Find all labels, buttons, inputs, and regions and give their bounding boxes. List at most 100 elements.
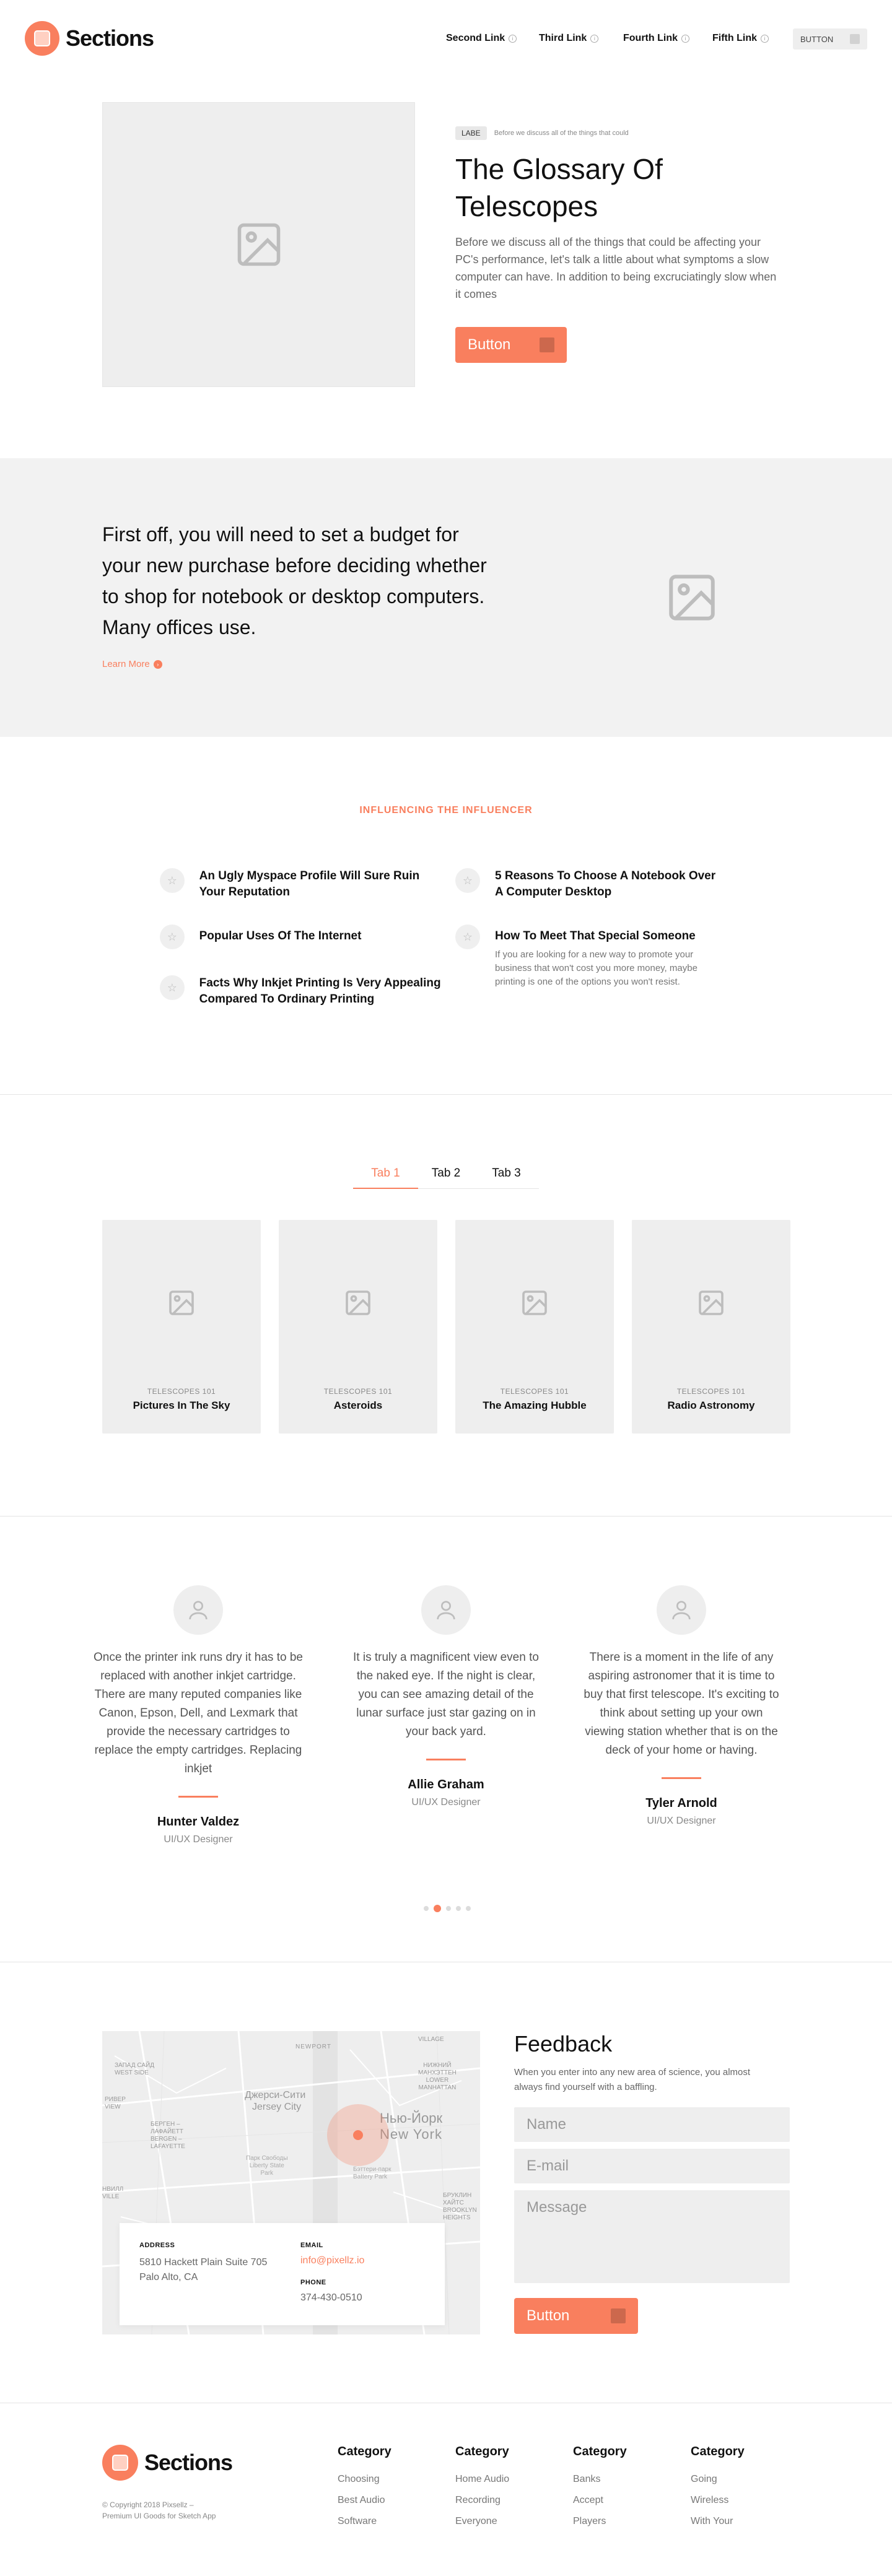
section-divider <box>0 1094 892 1095</box>
footer-link[interactable]: Wireless <box>691 2490 745 2511</box>
map-label: VILLAGE <box>418 2036 444 2043</box>
banner-learn-more-link[interactable]: Learn More › <box>102 659 162 669</box>
footer-link[interactable]: With Your <box>691 2511 745 2532</box>
testimonial-quote: It is truly a magnificent view even to t… <box>353 1651 539 1738</box>
carousel-dots <box>424 1905 471 1912</box>
avatar <box>173 1585 223 1635</box>
button-icon <box>540 337 554 352</box>
footer-link[interactable]: Choosing <box>338 2469 391 2490</box>
tab-1[interactable]: Tab 1 <box>353 1167 418 1180</box>
info-icon: i <box>509 34 517 43</box>
avatar <box>421 1585 471 1635</box>
footer-link[interactable]: Everyone <box>455 2511 509 2532</box>
arrow-icon: › <box>153 659 162 669</box>
nav-link-fourth[interactable]: Fourth Link i <box>623 33 689 44</box>
map-label: Бэттери-парк Battery Park <box>353 2166 391 2180</box>
footer-link[interactable]: Accept <box>573 2490 627 2511</box>
copyright: © Copyright 2018 Pixsellz – Premium UI G… <box>102 2500 216 2520</box>
address-label: ADDRESS <box>139 2242 175 2249</box>
logo[interactable]: Sections <box>25 21 154 56</box>
hero-badge-note: Before we discuss all of the things that… <box>494 129 629 137</box>
nav-link-second[interactable]: Second Link i <box>446 33 517 44</box>
testimonial-quote: Once the printer ink runs dry it has to … <box>94 1651 303 1775</box>
testimonial: Once the printer ink runs dry it has to … <box>90 1585 307 1845</box>
user-icon <box>189 1601 208 1620</box>
image-icon <box>522 1290 547 1315</box>
article-card[interactable]: TELESCOPES 101 Pictures In The Sky <box>102 1220 261 1434</box>
map-label: БЕРГЕН – ЛАФАЙЕТТ BERGEN – LAFAYETTE <box>151 2121 185 2150</box>
testimonial-divider <box>662 1777 701 1779</box>
article-card[interactable]: TELESCOPES 101 Radio Astronomy <box>632 1220 790 1434</box>
map-label: Парк Свободы Liberty State Park <box>246 2155 288 2177</box>
nav-link-third[interactable]: Third Link i <box>539 33 599 44</box>
footer-link[interactable]: Recording <box>455 2490 509 2511</box>
map-label: ЗАПАД САЙД WEST SIDE <box>115 2062 154 2076</box>
hero-button[interactable]: Button <box>455 327 567 363</box>
hero-body: Before we discuss all of the things that… <box>455 236 777 300</box>
address-card: ADDRESS 5810 Hackett Plain Suite 705 Pal… <box>120 2223 445 2325</box>
carousel-dot[interactable] <box>456 1906 461 1911</box>
footer-column: Category Banks Accept Players <box>573 2445 627 2532</box>
article-card[interactable]: TELESCOPES 101 Asteroids <box>279 1220 437 1434</box>
avatar <box>657 1585 706 1635</box>
article-card[interactable]: TELESCOPES 101 The Amazing Hubble <box>455 1220 614 1434</box>
image-icon <box>669 575 715 620</box>
button-icon <box>611 2308 626 2323</box>
hero-badge-row: LABE Before we discuss all of the things… <box>455 126 629 140</box>
star-icon: ☆ <box>160 868 185 893</box>
logo-text: Sections <box>144 2450 233 2475</box>
email-field[interactable]: E-mail <box>514 2149 790 2183</box>
carousel-dot[interactable] <box>446 1906 451 1911</box>
feature-item: ☆ 5 Reasons To Choose A Notebook Over A … <box>455 868 734 900</box>
hero-title: The Glossary Of Telescopes <box>455 153 663 222</box>
feedback-submit-button[interactable]: Button <box>514 2298 638 2334</box>
footer-link[interactable]: Software <box>338 2511 391 2532</box>
footer-link[interactable]: Going <box>691 2469 745 2490</box>
message-field[interactable]: Message <box>514 2190 790 2283</box>
image-icon <box>346 1290 370 1315</box>
image-icon <box>169 1290 194 1315</box>
banner: First off, you will need to set a budget… <box>0 458 892 737</box>
map[interactable]: NEWPORT VILLAGE ЗАПАД САЙД WEST SIDE РИВ… <box>102 2031 480 2334</box>
name-field[interactable]: Name <box>514 2107 790 2142</box>
testimonial-quote: There is a moment in the life of any asp… <box>584 1651 779 1757</box>
testimonial-name: Allie Graham <box>408 1778 484 1791</box>
tab-active-indicator <box>353 1188 418 1189</box>
map-label: БРУКЛИН ХАЙТС BROOKLYN HEIGHTS <box>443 2192 477 2221</box>
carousel-dot[interactable] <box>424 1906 429 1911</box>
footer-link[interactable]: Home Audio <box>455 2469 509 2490</box>
info-icon: i <box>590 34 599 43</box>
testimonial-role: UI/UX Designer <box>411 1797 481 1808</box>
tab-3[interactable]: Tab 3 <box>474 1167 539 1180</box>
image-icon <box>699 1290 724 1315</box>
footer-link[interactable]: Banks <box>573 2469 627 2490</box>
address-value: 5810 Hackett Plain Suite 705 Palo Alto, … <box>139 2257 268 2282</box>
nav-link-fifth[interactable]: Fifth Link i <box>712 33 769 44</box>
footer-link[interactable]: Players <box>573 2511 627 2532</box>
carousel-dot-active[interactable] <box>434 1905 441 1912</box>
tab-2[interactable]: Tab 2 <box>418 1167 474 1180</box>
star-icon: ☆ <box>455 925 480 949</box>
user-icon <box>437 1601 455 1620</box>
logo-icon <box>102 2445 138 2481</box>
image-icon <box>237 223 280 266</box>
testimonial-divider <box>426 1759 466 1760</box>
email-link[interactable]: info@pixellz.io <box>300 2255 364 2266</box>
feature-item: ☆ Facts Why Inkjet Printing Is Very Appe… <box>160 975 445 1007</box>
testimonial-name: Tyler Arnold <box>645 1796 717 1810</box>
footer-column: Category Going Wireless With Your <box>691 2445 745 2532</box>
carousel-dot[interactable] <box>466 1906 471 1911</box>
star-icon: ☆ <box>160 925 185 949</box>
feature-item: ☆ An Ugly Myspace Profile Will Sure Ruin… <box>160 868 432 900</box>
testimonial-divider <box>178 1796 218 1798</box>
testimonial-role: UI/UX Designer <box>647 1816 716 1826</box>
map-marker[interactable] <box>353 2130 363 2140</box>
footer-logo[interactable]: Sections <box>102 2445 233 2481</box>
map-label: NEWPORT <box>295 2043 331 2050</box>
footer-column: Category Choosing Best Audio Software <box>338 2445 391 2532</box>
phone-label: PHONE <box>300 2279 326 2286</box>
info-icon: i <box>760 34 769 43</box>
footer-link[interactable]: Best Audio <box>338 2490 391 2511</box>
email-label: EMAIL <box>300 2242 323 2249</box>
header-button[interactable]: BUTTON <box>793 28 867 50</box>
